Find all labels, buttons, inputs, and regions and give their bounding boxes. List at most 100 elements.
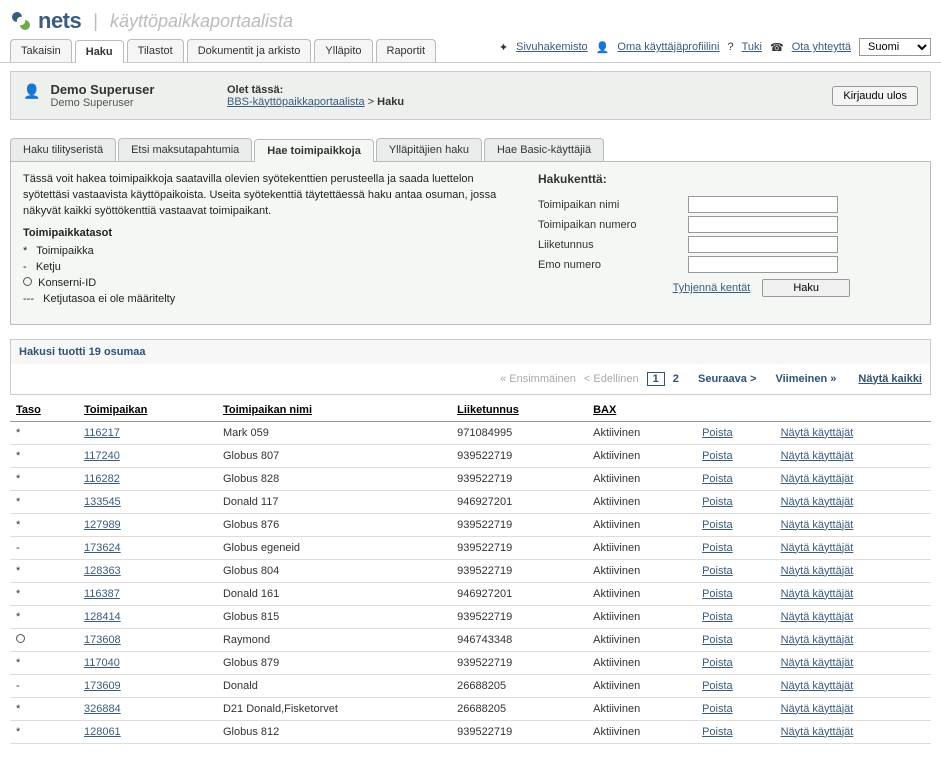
show-users-link[interactable]: Näytä käyttäjät — [781, 703, 854, 715]
col-business-id[interactable]: Liiketunnus — [451, 399, 587, 422]
link-sitemap[interactable]: Sivuhakemisto — [516, 41, 588, 53]
sub-tab-haku-tilityseristä[interactable]: Haku tilityseristä — [10, 138, 116, 161]
col-merchant-name[interactable]: Toimipaikan nimi — [217, 399, 451, 422]
remove-link[interactable]: Poista — [702, 588, 733, 600]
language-select[interactable]: Suomi — [859, 38, 931, 56]
clear-fields-link[interactable]: Tyhjennä kentät — [673, 282, 751, 294]
table-row: *117240Globus 807939522719AktiivinenPois… — [10, 444, 931, 467]
remove-link[interactable]: Poista — [702, 542, 733, 554]
sub-tab-etsi-maksutapahtumia[interactable]: Etsi maksutapahtumia — [118, 138, 252, 161]
remove-link[interactable]: Poista — [702, 726, 733, 738]
main-tab-takaisin[interactable]: Takaisin — [10, 39, 72, 62]
merchant-number-input[interactable] — [688, 216, 838, 233]
pager-next[interactable]: Seuraava > — [698, 373, 756, 385]
remove-link[interactable]: Poista — [702, 680, 733, 692]
merchant-link[interactable]: 116387 — [84, 588, 120, 600]
col-level[interactable]: Taso — [10, 399, 78, 422]
cell-merchant-name: D21 Donald,Fisketorvet — [217, 697, 451, 720]
remove-link[interactable]: Poista — [702, 565, 733, 577]
remove-link[interactable]: Poista — [702, 496, 733, 508]
parent-number-input[interactable] — [688, 256, 838, 273]
pager-show-all[interactable]: Näytä kaikki — [858, 373, 922, 385]
merchant-link[interactable]: 116217 — [84, 427, 120, 439]
show-users-link[interactable]: Näytä käyttäjät — [781, 519, 854, 531]
business-id-input[interactable] — [688, 236, 838, 253]
show-users-link[interactable]: Näytä käyttäjät — [781, 657, 854, 669]
cell-business-id: 946927201 — [451, 490, 587, 513]
remove-link[interactable]: Poista — [702, 611, 733, 623]
cell-show-users: Näytä käyttäjät — [775, 674, 931, 697]
show-users-link[interactable]: Näytä käyttäjät — [781, 450, 854, 462]
merchant-link[interactable]: 128414 — [84, 611, 121, 623]
top-links: ✦ Sivuhakemisto 👤 Oma käyttäjäprofiilini… — [499, 38, 931, 62]
merchant-link[interactable]: 173609 — [84, 680, 121, 692]
remove-link[interactable]: Poista — [702, 657, 733, 669]
merchant-link[interactable]: 173624 — [84, 542, 121, 554]
col-merchant[interactable]: Toimipaikan — [78, 399, 217, 422]
merchant-link[interactable]: 116282 — [84, 473, 120, 485]
remove-link[interactable]: Poista — [702, 519, 733, 531]
search-panel-left: Tässä voit hakea toimipaikkoja saatavill… — [23, 172, 498, 308]
show-users-link[interactable]: Näytä käyttäjät — [781, 726, 854, 738]
merchant-link[interactable]: 127989 — [84, 519, 121, 531]
show-users-link[interactable]: Näytä käyttäjät — [781, 542, 854, 554]
show-users-link[interactable]: Näytä käyttäjät — [781, 634, 854, 646]
show-users-link[interactable]: Näytä käyttäjät — [781, 496, 854, 508]
show-users-link[interactable]: Näytä käyttäjät — [781, 565, 854, 577]
show-users-link[interactable]: Näytä käyttäjät — [781, 611, 854, 623]
main-tab-haku[interactable]: Haku — [75, 40, 124, 63]
pager-last[interactable]: Viimeinen » — [775, 373, 836, 385]
main-tab-dokumentit-ja-arkisto[interactable]: Dokumentit ja arkisto — [187, 39, 312, 62]
merchant-link[interactable]: 117240 — [84, 450, 120, 462]
table-row: -173624Globus egeneid939522719Aktiivinen… — [10, 536, 931, 559]
sub-tab-hae-toimipaikkoja[interactable]: Hae toimipaikkoja — [254, 139, 374, 162]
main-tabs: TakaisinHakuTilastotDokumentit ja arkist… — [10, 39, 436, 62]
cell-level: * — [10, 651, 78, 674]
remove-link[interactable]: Poista — [702, 703, 733, 715]
breadcrumb-root[interactable]: BBS-käyttöpaikkaportaalista — [227, 96, 365, 108]
sub-tabs: Haku tilityseristäEtsi maksutapahtumiaHa… — [10, 138, 931, 162]
cell-level: * — [10, 444, 78, 467]
pager-page-1[interactable]: 1 — [647, 372, 665, 386]
cell-bax: Aktiivinen — [587, 605, 696, 628]
merchant-link[interactable]: 326884 — [84, 703, 121, 715]
show-users-link[interactable]: Näytä käyttäjät — [781, 473, 854, 485]
link-help[interactable]: Tuki — [742, 41, 762, 53]
remove-link[interactable]: Poista — [702, 473, 733, 485]
cell-merchant-name: Raymond — [217, 628, 451, 651]
col-bax[interactable]: BAX — [587, 399, 696, 422]
link-contact[interactable]: Ota yhteyttä — [792, 41, 851, 53]
cell-merchant: 128061 — [78, 720, 217, 743]
merchant-link[interactable]: 173608 — [84, 634, 121, 646]
pager-page-2[interactable]: 2 — [673, 373, 679, 385]
merchant-link[interactable]: 117040 — [84, 657, 120, 669]
merchant-name-input[interactable] — [688, 196, 838, 213]
cell-business-id: 939522719 — [451, 720, 587, 743]
sub-tab-ylläpitäjien-haku[interactable]: Ylläpitäjien haku — [376, 138, 482, 161]
cell-merchant-name: Globus 879 — [217, 651, 451, 674]
show-users-link[interactable]: Näytä käyttäjät — [781, 680, 854, 692]
cell-bax: Aktiivinen — [587, 628, 696, 651]
cell-business-id: 939522719 — [451, 444, 587, 467]
cell-merchant: 128363 — [78, 559, 217, 582]
remove-link[interactable]: Poista — [702, 450, 733, 462]
search-button[interactable]: Haku — [762, 279, 850, 297]
merchant-link[interactable]: 128061 — [84, 726, 121, 738]
remove-link[interactable]: Poista — [702, 634, 733, 646]
merchant-link[interactable]: 133545 — [84, 496, 121, 508]
logout-button[interactable]: Kirjaudu ulos — [832, 86, 918, 106]
link-profile[interactable]: Oma käyttäjäprofiilini — [617, 41, 719, 53]
main-tab-ylläpito[interactable]: Ylläpito — [314, 39, 372, 62]
show-users-link[interactable]: Näytä käyttäjät — [781, 427, 854, 439]
sub-tab-hae-basic-käyttäjiä[interactable]: Hae Basic-käyttäjiä — [484, 138, 604, 161]
cell-remove: Poista — [696, 559, 775, 582]
table-row: *116282Globus 828939522719AktiivinenPois… — [10, 467, 931, 490]
show-users-link[interactable]: Näytä käyttäjät — [781, 588, 854, 600]
remove-link[interactable]: Poista — [702, 427, 733, 439]
main-tab-tilastot[interactable]: Tilastot — [127, 39, 184, 62]
main-tab-raportit[interactable]: Raportit — [376, 39, 437, 62]
cell-merchant-name: Globus 804 — [217, 559, 451, 582]
profile-icon: 👤 — [596, 41, 610, 54]
table-row: *116217Mark 059971084995AktiivinenPoista… — [10, 421, 931, 444]
merchant-link[interactable]: 128363 — [84, 565, 121, 577]
